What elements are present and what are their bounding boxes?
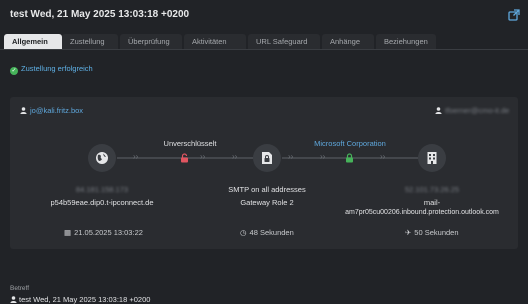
destination-host: am7pr05cu00206.inbound.protection.outloo…	[345, 209, 499, 216]
source-ip: 84.181.158.173	[75, 185, 129, 194]
user-icon	[20, 107, 27, 114]
tab-zustellung[interactable]: Zustellung	[62, 34, 118, 49]
check-circle-icon: ✓	[10, 67, 18, 75]
destination-node[interactable]	[418, 144, 446, 172]
tab-bar: Allgemein Zustellung Überprüfung Aktivit…	[0, 34, 528, 50]
chevron-right-icon: ››	[200, 152, 206, 161]
delivery-status: ✓ Zustellung erfolgreich	[10, 64, 93, 75]
tab-ueberpruefung[interactable]: Überprüfung	[120, 34, 182, 49]
building-icon	[427, 152, 437, 164]
destination-duration: ✈ 50 Sekunden	[405, 228, 459, 237]
hop1-label: Unverschlüsselt	[163, 139, 217, 148]
locked-icon	[346, 153, 353, 163]
tab-beziehungen[interactable]: Beziehungen	[376, 34, 436, 49]
chevron-right-icon: ››	[380, 152, 386, 161]
recipient-address[interactable]: tfoerner@cmo-it.de	[435, 106, 509, 115]
tab-allgemein[interactable]: Allgemein	[4, 34, 62, 49]
calendar-icon: ▦	[64, 228, 72, 237]
clock-icon: ◷	[240, 228, 247, 237]
gateway-lock-icon	[262, 152, 272, 164]
plane-icon: ✈	[405, 228, 412, 237]
gateway-duration: ◷ 48 Sekunden	[240, 228, 294, 237]
chevron-right-icon: ››	[232, 152, 238, 161]
tab-aktivitaeten[interactable]: Aktivitäten	[184, 34, 246, 49]
destination-host-prefix: mail-	[423, 198, 441, 207]
status-text: Zustellung erfolgreich	[21, 64, 93, 73]
chevron-right-icon: ››	[320, 152, 326, 161]
tab-anhaenge[interactable]: Anhänge	[322, 34, 374, 49]
source-host: p54b59eae.dip0.t-ipconnect.de	[50, 198, 154, 207]
source-node[interactable]	[88, 144, 116, 172]
tab-url-safeguard[interactable]: URL Safeguard	[248, 34, 320, 49]
chevron-right-icon: ››	[288, 152, 294, 161]
gateway-line2: Gateway Role 2	[240, 198, 294, 207]
page-title: test Wed, 21 May 2025 13:03:18 +0200	[10, 9, 190, 20]
header: test Wed, 21 May 2025 13:03:18 +0200	[0, 0, 528, 30]
hop2-label[interactable]: Microsoft Corporation	[300, 139, 400, 148]
external-link-icon[interactable]	[508, 9, 520, 21]
user-icon	[435, 107, 442, 114]
betreff-label: Betreff	[10, 285, 30, 292]
gateway-line1: SMTP on all addresses	[228, 185, 306, 194]
sender-address[interactable]: jo@kali.fritz.box	[20, 106, 83, 115]
source-date: ▦ 21.05.2025 13:03:22	[64, 228, 143, 237]
gateway-node[interactable]	[253, 144, 281, 172]
unlocked-icon	[181, 153, 188, 163]
globe-icon	[96, 152, 108, 164]
delivery-flow-panel	[10, 97, 518, 249]
chevron-right-icon: ››	[133, 152, 139, 161]
destination-ip: 52.101.73.26.25	[404, 185, 460, 194]
